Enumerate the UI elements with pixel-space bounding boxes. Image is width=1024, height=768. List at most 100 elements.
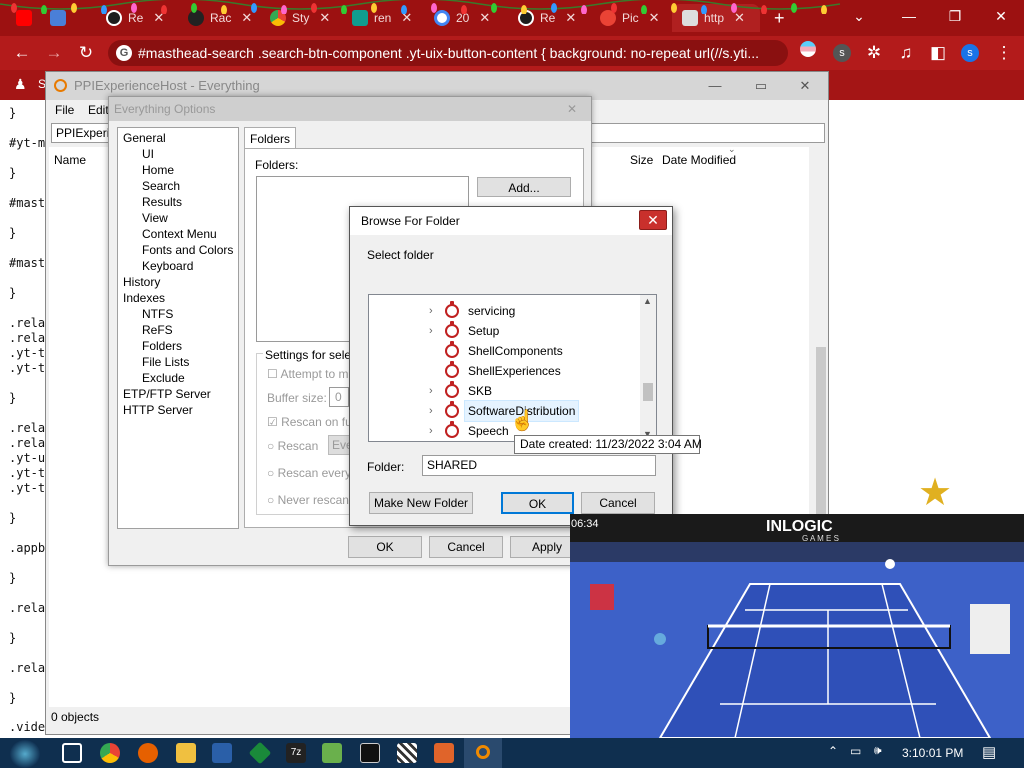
tree-item[interactable]: NTFS [142,307,173,321]
ok-button[interactable]: OK [348,536,422,558]
chrome-icon[interactable] [100,743,120,763]
tree-item[interactable]: Home [142,163,174,177]
bookmark-icon[interactable]: ♟ [14,76,27,93]
close-icon[interactable]: ✕ [319,10,330,26]
notifications-icon[interactable]: ▤ [982,743,996,761]
cancel-button[interactable]: Cancel [581,492,655,514]
tab-folders[interactable]: Folders [244,127,296,149]
close-button[interactable]: ✕ [567,97,577,121]
app-diamond-icon[interactable] [248,741,272,765]
make-new-folder-button[interactable]: Make New Folder [369,492,473,514]
volume-icon[interactable]: 🕪 [874,743,882,758]
new-tab-button[interactable]: + [764,4,794,32]
tree-item[interactable]: Search [142,179,180,193]
expand-chevron-icon[interactable]: › [429,301,439,321]
close-icon[interactable]: ✕ [401,10,412,26]
tab-sty[interactable]: Sty ✕ [260,4,336,32]
forward-button[interactable]: → [42,41,66,65]
column-header-name[interactable]: Name [54,153,86,167]
close-button[interactable]: ✕ [639,210,667,230]
column-header-size[interactable]: Size [630,153,653,167]
close-icon[interactable]: ✕ [479,10,490,26]
tab-re-1[interactable]: Re ✕ [96,4,172,32]
close-icon[interactable]: ✕ [649,10,660,26]
taskbar-clock[interactable]: 3:10:01 PM [902,746,963,760]
scrollbar-thumb[interactable] [816,347,826,517]
expand-chevron-icon[interactable]: › [429,421,439,441]
never-rescan-radio[interactable]: ○ Never rescan [267,493,349,507]
tab-youtube[interactable] [6,4,40,32]
powershell-icon[interactable] [212,743,232,763]
folder-input[interactable]: SHARED [422,455,656,476]
extension-s-icon[interactable]: s [830,41,854,65]
tennis-game-video[interactable]: 06:34 INLOGIC G A M E S [570,514,1024,738]
close-icon[interactable]: ✕ [734,10,745,26]
tree-item[interactable]: UI [142,147,154,161]
cmd-icon[interactable] [360,743,380,763]
folder-tree-scrollbar[interactable]: ▲ ▼ [640,295,656,441]
maximize-button[interactable]: ❐ [932,0,978,32]
minimize-button[interactable]: — [700,72,730,100]
expand-chevron-icon[interactable]: › [429,401,439,421]
profile-avatar[interactable]: s [958,41,982,65]
scroll-up-icon[interactable]: ▲ [643,296,652,306]
buffer-size-input[interactable]: 0 [329,387,349,407]
menu-file[interactable]: File [55,103,74,117]
cancel-button[interactable]: Cancel [429,536,503,558]
7zip-icon[interactable]: 7z [286,743,306,763]
rescan-every-radio[interactable]: ○ Rescan every [267,466,351,480]
tree-item[interactable]: Keyboard [142,259,193,273]
menu-edit[interactable]: Edit [88,103,109,117]
tray-chevron-icon[interactable]: ⌃ [828,744,838,758]
tree-item[interactable]: Exclude [142,371,185,385]
close-icon[interactable]: ✕ [153,10,164,26]
tree-item[interactable]: ETP/FTP Server [123,387,211,401]
tab-ren[interactable]: ren ✕ [342,4,418,32]
tree-item[interactable]: View [142,211,168,225]
close-icon[interactable]: ✕ [565,10,576,26]
sidepanel-icon[interactable]: ◧ [926,41,950,65]
xampp-icon[interactable] [434,743,454,763]
tree-item[interactable]: HTTP Server [123,403,193,417]
file-explorer-icon[interactable] [176,743,196,763]
close-button[interactable]: ✕ [790,72,820,100]
tree-item[interactable]: ReFS [142,323,173,337]
rescan-radio[interactable]: ○ Rescan [267,439,318,453]
reload-button[interactable]: ↻ [74,41,98,65]
tab-mail[interactable] [40,4,70,32]
attempt-checkbox[interactable]: ☐ Attempt to mo [267,367,355,381]
tree-item[interactable]: History [123,275,160,289]
media-icon[interactable]: ♫ [894,41,918,65]
options-category-tree[interactable]: General UI Home Search Results View Context Me… [117,127,239,529]
tab-pic[interactable]: Pic ✕ [590,4,666,32]
menu-icon[interactable]: ⋮ [992,41,1016,65]
tree-item[interactable]: General [123,131,166,145]
tree-item[interactable]: File Lists [142,355,189,369]
everything-task-active[interactable] [464,738,502,768]
tree-item[interactable]: Context Menu [142,227,217,241]
maximize-button[interactable]: ▭ [746,72,776,100]
tree-item[interactable]: Folders [142,339,182,353]
task-view-icon[interactable] [62,743,82,763]
close-window-button[interactable]: ✕ [978,0,1024,32]
tree-item[interactable]: Indexes [123,291,165,305]
scrollbar-thumb[interactable] [643,383,653,401]
tab-active[interactable]: http ✕ [672,4,760,32]
add-folder-button[interactable]: Add... [477,177,571,197]
column-header-date-modified[interactable]: Date Modified [662,153,736,167]
network-icon[interactable]: ▭ [850,744,861,758]
minimize-button[interactable]: — [886,0,932,32]
start-button[interactable] [10,740,40,768]
tree-item[interactable]: Fonts and Colors [142,243,233,257]
tab-20[interactable]: 20 ✕ [424,4,500,32]
notepad-icon[interactable] [322,743,342,763]
qr-icon[interactable] [397,743,417,763]
tab-re-2[interactable]: Re ✕ [508,4,584,32]
ok-button[interactable]: OK [501,492,574,514]
back-button[interactable]: ← [10,41,34,65]
close-icon[interactable]: ✕ [241,10,252,26]
firefox-icon[interactable] [138,743,158,763]
puzzle-icon[interactable]: ✲ [862,41,886,65]
tab-rac[interactable]: Rac ✕ [178,4,254,32]
tree-item[interactable]: Results [142,195,182,209]
